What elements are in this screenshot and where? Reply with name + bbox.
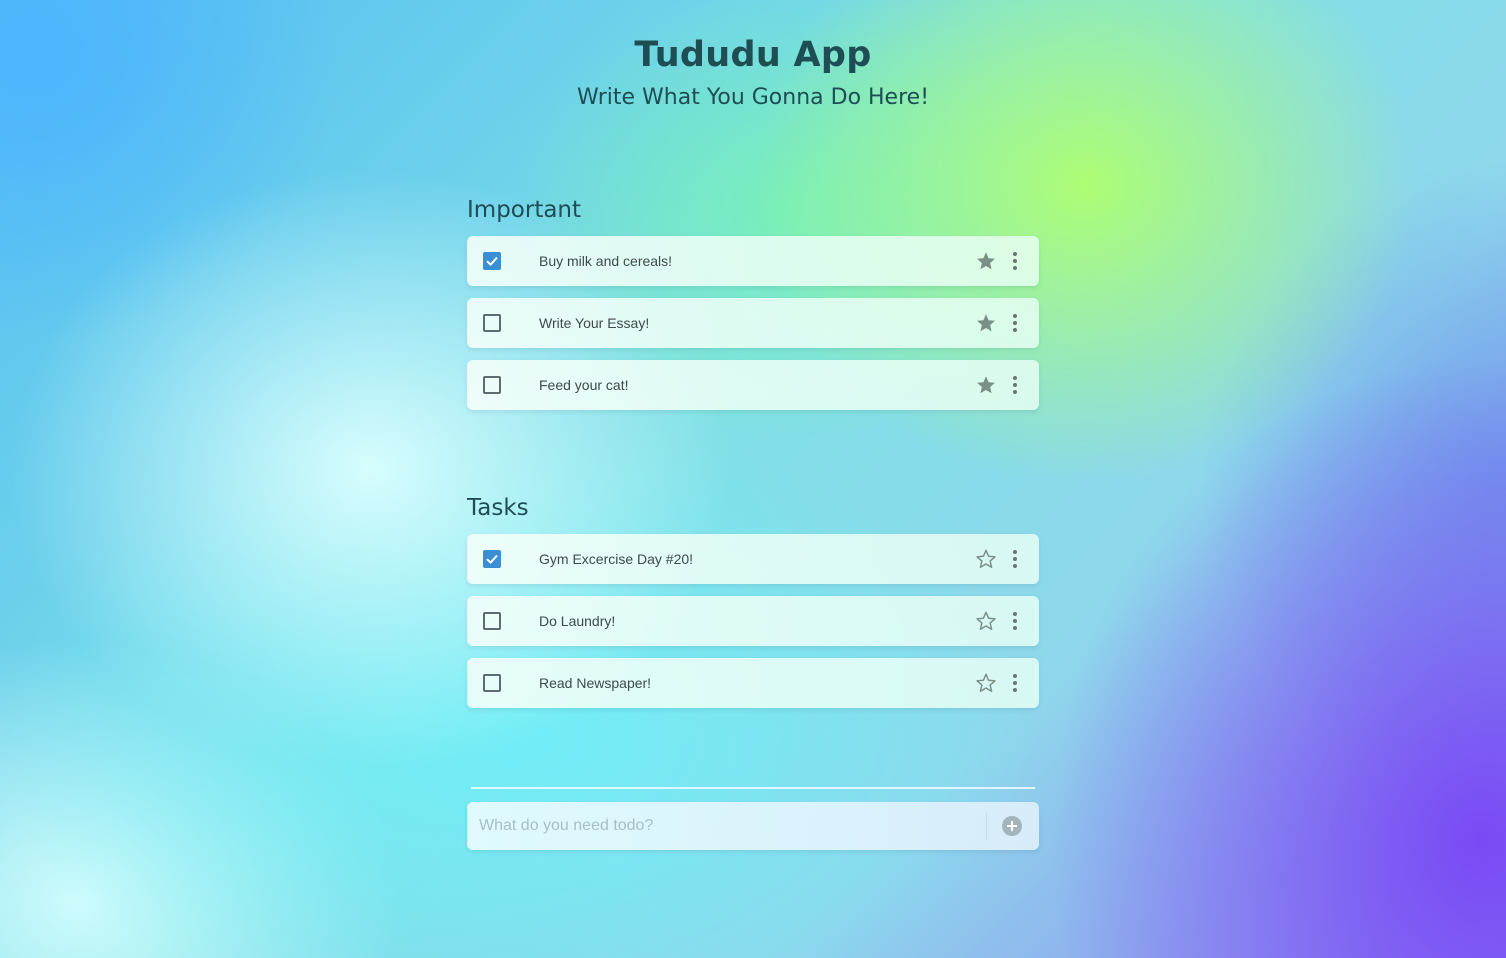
- app-header: Tududu App Write What You Gonna Do Here!: [0, 33, 1506, 113]
- more-vertical-icon[interactable]: [1007, 251, 1023, 271]
- more-vertical-icon[interactable]: [1007, 313, 1023, 333]
- task-checkbox[interactable]: [483, 376, 501, 394]
- task-checkbox[interactable]: [483, 550, 501, 568]
- task-label: Do Laundry!: [539, 613, 616, 629]
- task-checkbox[interactable]: [483, 674, 501, 692]
- app-title: Tududu App: [634, 35, 872, 75]
- task-row[interactable]: Buy milk and cereals!: [467, 236, 1039, 286]
- plus-circle-icon[interactable]: [1002, 816, 1022, 836]
- divider: [471, 787, 1035, 789]
- section-title-tasks: Tasks: [467, 495, 529, 521]
- star-filled-icon[interactable]: [975, 312, 997, 334]
- task-row[interactable]: Write Your Essay!: [467, 298, 1039, 348]
- task-label: Buy milk and cereals!: [539, 253, 673, 269]
- tasks-task-list: Gym Excercise Day #20! Do Laundry! Read …: [467, 534, 1039, 720]
- task-label: Write Your Essay!: [539, 315, 650, 331]
- task-checkbox[interactable]: [483, 314, 501, 332]
- star-outline-icon[interactable]: [975, 548, 997, 570]
- more-vertical-icon[interactable]: [1007, 549, 1023, 569]
- input-separator: [986, 812, 987, 840]
- task-label: Gym Excercise Day #20!: [539, 551, 694, 567]
- task-label: Read Newspaper!: [539, 675, 652, 691]
- task-row[interactable]: Read Newspaper!: [467, 658, 1039, 708]
- app-subtitle: Write What You Gonna Do Here!: [576, 85, 930, 110]
- new-todo-input[interactable]: [467, 802, 977, 850]
- section-title-important: Important: [467, 197, 582, 223]
- important-task-list: Buy milk and cereals! Write Your Essay! …: [467, 236, 1039, 422]
- task-row[interactable]: Gym Excercise Day #20!: [467, 534, 1039, 584]
- task-label: Feed your cat!: [539, 377, 629, 393]
- task-row[interactable]: Do Laundry!: [467, 596, 1039, 646]
- more-vertical-icon[interactable]: [1007, 375, 1023, 395]
- new-todo-bar: [467, 802, 1039, 850]
- more-vertical-icon[interactable]: [1007, 673, 1023, 693]
- star-outline-icon[interactable]: [975, 672, 997, 694]
- task-row[interactable]: Feed your cat!: [467, 360, 1039, 410]
- more-vertical-icon[interactable]: [1007, 611, 1023, 631]
- task-checkbox[interactable]: [483, 252, 501, 270]
- task-checkbox[interactable]: [483, 612, 501, 630]
- star-filled-icon[interactable]: [975, 250, 997, 272]
- star-filled-icon[interactable]: [975, 374, 997, 396]
- star-outline-icon[interactable]: [975, 610, 997, 632]
